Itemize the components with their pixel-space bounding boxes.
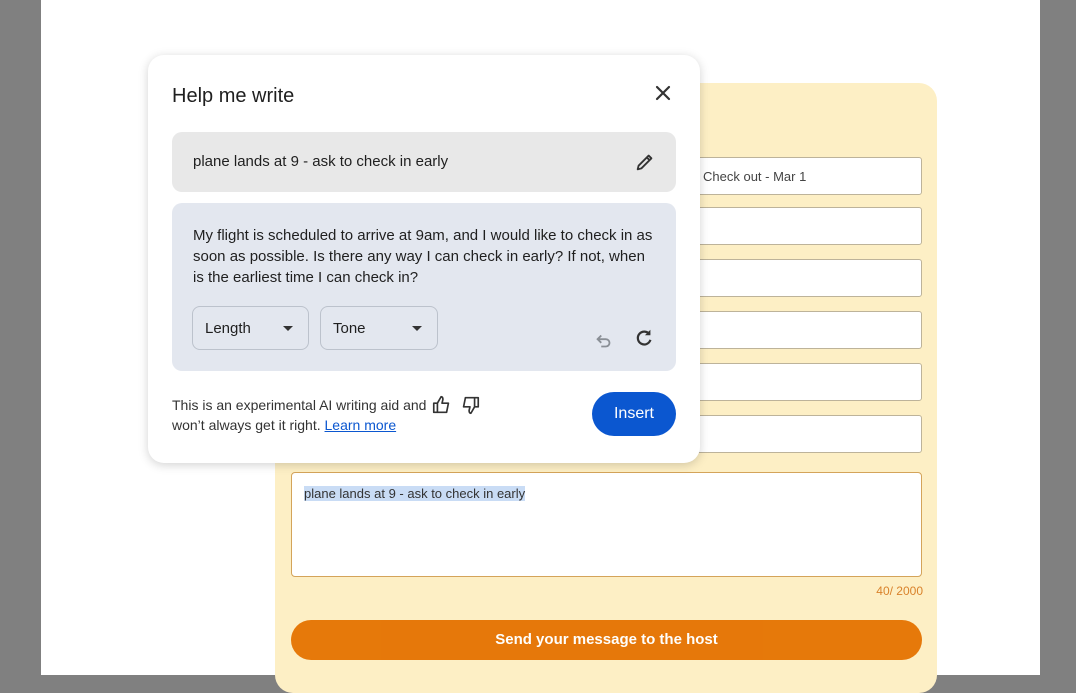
send-message-button[interactable]: Send your message to the host	[291, 620, 922, 660]
length-label: Length	[205, 320, 251, 337]
learn-more-link[interactable]: Learn more	[325, 417, 397, 433]
refresh-icon[interactable]	[633, 327, 655, 349]
length-dropdown[interactable]: Length	[192, 306, 309, 350]
message-textarea[interactable]: plane lands at 9 - ask to check in early	[291, 472, 922, 577]
thumbs-down-icon[interactable]	[459, 394, 481, 416]
dialog-title: Help me write	[172, 85, 295, 107]
prompt-text: plane lands at 9 - ask to check in early	[193, 153, 449, 170]
help-me-write-dialog: Help me write plane lands at 9 - ask to …	[148, 55, 700, 463]
caret-down-icon	[412, 326, 422, 331]
selected-text: plane lands at 9 - ask to check in early	[304, 486, 526, 501]
undo-icon[interactable]	[593, 330, 615, 352]
close-icon[interactable]	[651, 81, 675, 105]
response-text: My flight is scheduled to arrive at 9am,…	[193, 227, 653, 286]
thumbs-up-icon[interactable]	[431, 394, 453, 416]
field-value: Check out - Mar 1	[703, 169, 807, 184]
prompt-box[interactable]: plane lands at 9 - ask to check in early	[172, 132, 676, 192]
feedback-buttons	[431, 394, 481, 421]
char-counter: 40/ 2000	[876, 584, 923, 598]
tone-label: Tone	[333, 320, 366, 337]
caret-down-icon	[283, 326, 293, 331]
tone-dropdown[interactable]: Tone	[320, 306, 438, 350]
insert-button[interactable]: Insert	[592, 392, 676, 436]
disclaimer: This is an experimental AI writing aid a…	[172, 395, 432, 435]
response-box: My flight is scheduled to arrive at 9am,…	[172, 203, 676, 371]
pencil-icon[interactable]	[634, 151, 656, 173]
